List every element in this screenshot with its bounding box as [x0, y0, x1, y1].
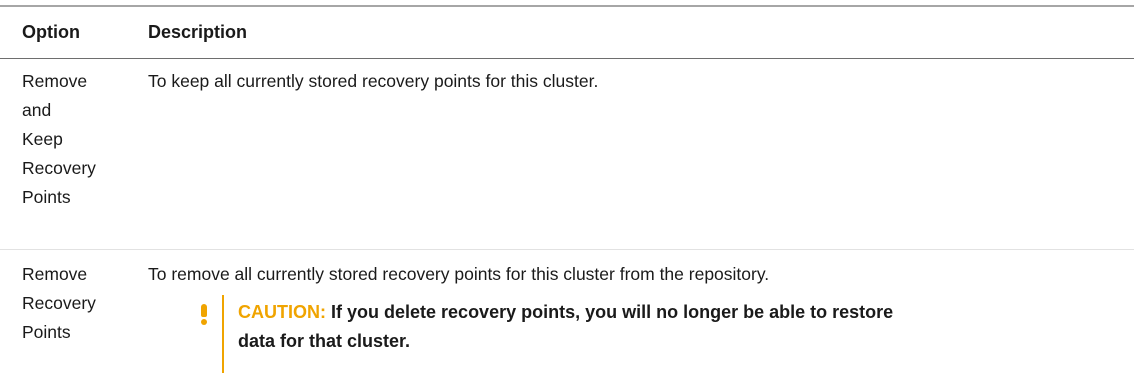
caution-label: CAUTION: [238, 302, 326, 322]
description-cell: To remove all currently stored recovery … [148, 260, 1134, 373]
option-text-line: Points [22, 322, 71, 342]
exclamation-icon [198, 295, 212, 327]
description-cell: To keep all currently stored recovery po… [148, 71, 599, 91]
option-text-line: Remove [22, 264, 88, 284]
header-description: Description [148, 22, 248, 42]
option-text-line: and [22, 100, 52, 120]
option-text-line: Points [22, 187, 71, 207]
table-row: Remove Recovery Points To remove all cur… [0, 250, 1134, 373]
option-text-line: Recovery [22, 158, 96, 178]
options-table: Option Description Remove and Keep Recov… [0, 5, 1134, 373]
table-row: Remove and Keep Recovery Points To keep … [0, 59, 1134, 250]
option-text-line: Recovery [22, 293, 96, 313]
description-text: To remove all currently stored recovery … [148, 264, 770, 284]
caution-message: If you delete recovery points, you will … [238, 302, 894, 351]
option-cell: Remove and Keep Recovery Points [0, 67, 148, 249]
option-text-line: Keep [22, 129, 63, 149]
table-header-row: Option Description [0, 7, 1134, 59]
caution-note: CAUTION: If you delete recovery points, … [198, 295, 1134, 373]
header-option: Option [22, 22, 80, 42]
caution-text: CAUTION: If you delete recovery points, … [224, 295, 898, 373]
option-cell: Remove Recovery Points [0, 260, 148, 373]
option-text-line: Remove [22, 71, 88, 91]
